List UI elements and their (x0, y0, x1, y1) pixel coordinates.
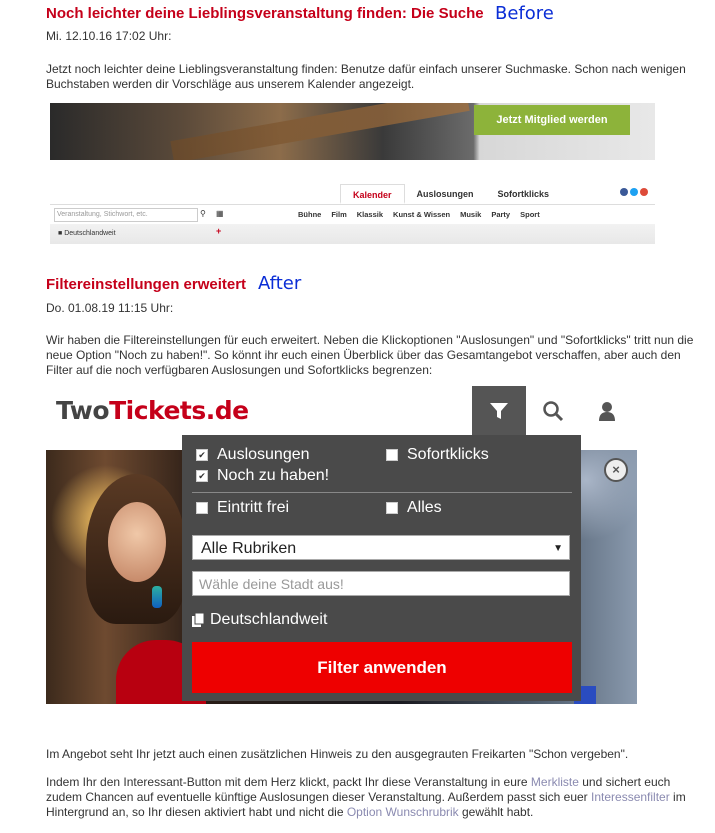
tab-kalender[interactable]: Kalender (340, 184, 405, 204)
category-klassik[interactable]: Klassik (357, 210, 383, 219)
before-tag: Before (495, 3, 554, 24)
googleplus-icon[interactable] (640, 188, 648, 196)
checkbox-unchecked[interactable] (386, 502, 398, 514)
old-location-bar (50, 224, 655, 244)
filter-icon[interactable] (472, 386, 526, 436)
city-input[interactable]: Wähle deine Stadt aus! (192, 571, 570, 596)
site-logo[interactable]: TwoTickets.de (56, 396, 249, 425)
footer-paragraph-2: Indem Ihr den Interessant-Button mit dem… (46, 775, 686, 819)
copy-icon (192, 613, 205, 627)
close-icon[interactable]: × (604, 458, 628, 482)
tab-sofortklicks[interactable]: Sofortklicks (486, 184, 562, 204)
category-musik[interactable]: Musik (460, 210, 481, 219)
rubrik-select[interactable]: Alle Rubriken ▼ (192, 535, 570, 560)
footer-paragraph-1: Im Angebot seht Ihr jetzt auch einen zus… (46, 747, 629, 761)
post-body-before: Jetzt noch leichter deine Lieblingsveran… (46, 62, 686, 91)
post-date-before: Mi. 12.10.16 17:02 Uhr: (46, 29, 172, 43)
panel-divider (192, 492, 572, 493)
social-icons (620, 188, 648, 196)
guitar-image (170, 103, 470, 160)
checkbox-auslosungen[interactable]: ✔ Auslosungen (196, 446, 310, 464)
rubrik-select-value: Alle Rubriken (201, 540, 297, 557)
photo-earring (152, 586, 162, 608)
post-title-after: Filtereinstellungen erweitert (46, 276, 247, 293)
checkbox-eintritt-frei[interactable]: Eintritt frei (196, 499, 289, 517)
member-button[interactable]: Jetzt Mitglied werden (474, 105, 630, 135)
checkbox-noch-zu-haben[interactable]: ✔ Noch zu haben! (196, 467, 329, 485)
facebook-icon[interactable] (620, 188, 628, 196)
twitter-icon[interactable] (630, 188, 638, 196)
category-party[interactable]: Party (491, 210, 510, 219)
tab-auslosungen[interactable]: Auslosungen (405, 184, 486, 204)
old-search-input[interactable]: Veranstaltung, Stichwort, etc. (54, 208, 198, 222)
post-title-before: Noch leichter deine Lieblingsveranstaltu… (46, 5, 484, 22)
interessenfilter-link[interactable]: Interessenfilter (591, 790, 670, 804)
merkliste-link[interactable]: Merkliste (531, 775, 579, 789)
old-tabs: Kalender Auslosungen Sofortklicks (340, 184, 561, 204)
checkbox-alles[interactable]: Alles (386, 499, 442, 517)
wunschrubrik-link[interactable]: Option Wunschrubrik (347, 805, 459, 819)
old-navigation: Kalender Auslosungen Sofortklicks Verans… (50, 180, 655, 246)
user-icon[interactable] (580, 386, 634, 436)
search-icon[interactable]: ⚲ (200, 209, 206, 218)
post-date-after: Do. 01.08.19 11:15 Uhr: (46, 301, 174, 315)
calendar-icon[interactable]: ▦ (216, 209, 224, 218)
search-icon[interactable] (526, 386, 580, 436)
category-buehne[interactable]: Bühne (298, 210, 321, 219)
chevron-down-icon: ▼ (553, 543, 563, 554)
old-categories: Bühne Film Klassik Kunst & Wissen Musik … (298, 210, 540, 219)
checkbox-unchecked[interactable] (386, 449, 398, 461)
site-header: TwoTickets.de (46, 386, 638, 436)
post-body-after: Wir haben die Filtereinstellungen für eu… (46, 333, 694, 377)
old-banner-image: Jetzt Mitglied werden (50, 103, 655, 160)
category-kunst[interactable]: Kunst & Wissen (393, 210, 450, 219)
checkbox-checked[interactable]: ✔ (196, 449, 208, 461)
category-film[interactable]: Film (331, 210, 346, 219)
photo-face (108, 502, 166, 582)
plus-icon[interactable]: + (216, 226, 221, 236)
after-tag: After (258, 273, 302, 294)
apply-filter-button[interactable]: Filter anwenden (192, 642, 572, 693)
location-selector[interactable]: Deutschlandweit (192, 611, 327, 629)
checkbox-checked[interactable]: ✔ (196, 470, 208, 482)
filter-panel: ✔ Auslosungen Sofortklicks ✔ Noch zu haben… (182, 435, 581, 701)
checkbox-unchecked[interactable] (196, 502, 208, 514)
checkbox-sofortklicks[interactable]: Sofortklicks (386, 446, 489, 464)
category-sport[interactable]: Sport (520, 210, 540, 219)
old-location[interactable]: ■ Deutschlandweit (58, 230, 116, 237)
